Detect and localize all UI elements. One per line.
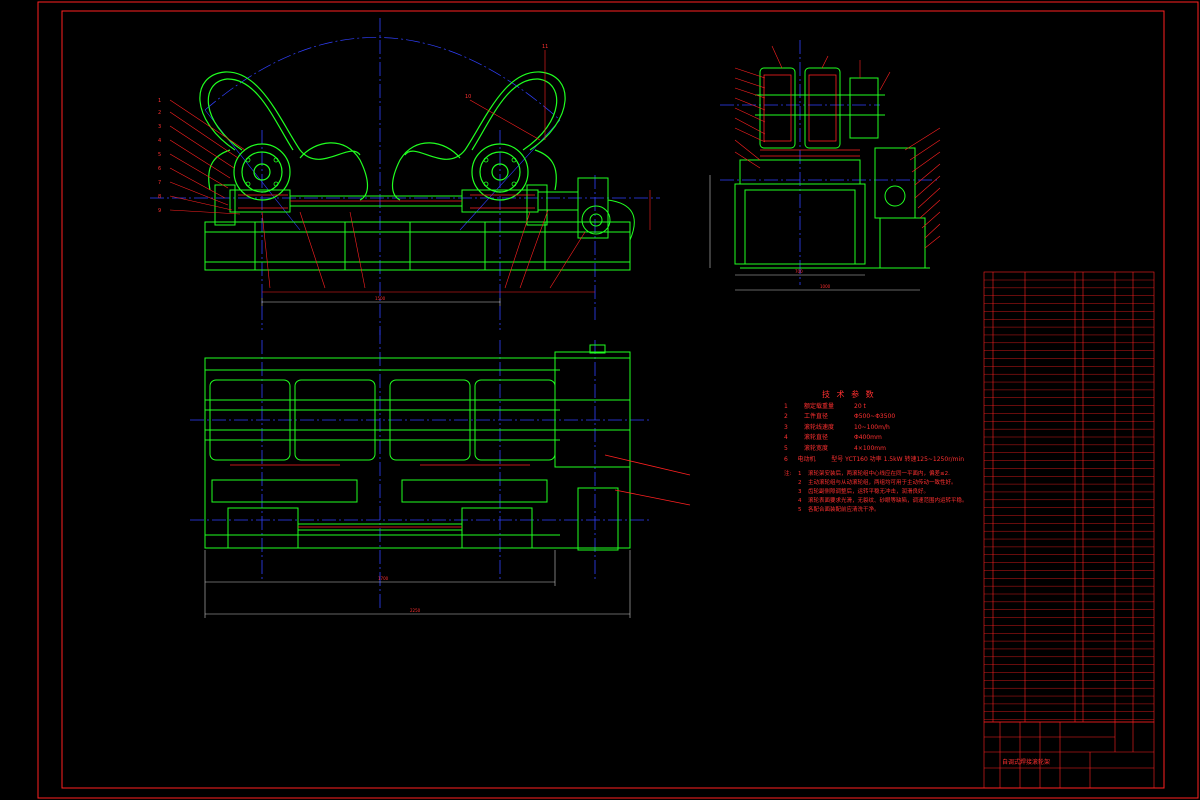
- svg-text:5: 5: [158, 152, 161, 158]
- tech-param-row: 4 滚轮直径 Φ400mm: [784, 434, 882, 442]
- svg-text:1: 1: [158, 98, 161, 104]
- cad-drawing-sheet: 1 2 3 4 5 6 7 8 9 10 11 1500 1700 2250 700 1000: [37, 1, 1199, 799]
- svg-text:9: 9: [158, 208, 161, 214]
- svg-text:7: 7: [158, 180, 161, 186]
- svg-text:6: 6: [158, 166, 161, 172]
- svg-text:1700: 1700: [378, 576, 389, 581]
- top-view: 1700 2250: [190, 330, 691, 618]
- note-row: 注: 1 滚轮架安装后，两滚轮组中心线应在同一平面内，偏差≤2.: [784, 471, 950, 477]
- svg-text:4: 4: [158, 138, 161, 144]
- svg-text:10: 10: [465, 94, 471, 100]
- tech-param-row: 1 额定载重量 20 t: [784, 402, 866, 410]
- tech-params-title: 技 术 参 数: [822, 390, 876, 399]
- tech-param-row: 6 电动机 型号 YCT160 功率 1.5kW 转速125~1250r/min: [784, 455, 964, 463]
- technical-parameters: 技 术 参 数 1 额定载重量 20 t 2 工件直径 Φ500~Φ3500 3 滚轮线速…: [784, 390, 964, 465]
- tech-param-row: 5 滚轮宽度 4×100mm: [784, 444, 886, 452]
- tech-param-row: 3 滚轮线速度 10~100m/h: [784, 423, 890, 431]
- front-view: 1 2 3 4 5 6 7 8 9 10 11 1500: [150, 18, 660, 335]
- note-row: 2 主动滚轮组与从动滚轮组，两组均可用于主动传动一致性好。: [798, 480, 957, 486]
- tech-param-row: 2 工件直径 Φ500~Φ3500: [784, 413, 896, 421]
- parts-list-table: [983, 271, 1155, 723]
- svg-text:1500: 1500: [375, 296, 386, 301]
- svg-text:2250: 2250: [410, 608, 421, 613]
- svg-text:700: 700: [795, 269, 803, 274]
- svg-text:8: 8: [158, 194, 161, 200]
- svg-text:2: 2: [158, 110, 161, 116]
- note-row: 4 滚轮表面要求光滑，无裂纹、砂眼等缺陷，调速范围内运转平稳。: [798, 498, 968, 504]
- svg-text:3: 3: [158, 124, 161, 130]
- title-block: [983, 721, 1155, 789]
- svg-text:11: 11: [542, 44, 548, 50]
- note-row: 3 齿轮副侧隙调整后，运转平稳无冲击，润滑良好。: [798, 489, 930, 495]
- side-section-view: 700 1000: [709, 40, 941, 291]
- notes-head: 注:: [784, 471, 792, 477]
- svg-text:1000: 1000: [820, 284, 831, 289]
- technical-notes: 注: 1 滚轮架安装后，两滚轮组中心线应在同一平面内，偏差≤2. 2 主动滚轮组与从动…: [784, 470, 974, 515]
- drawing-title: 自调式焊接滚轮架: [1002, 759, 1051, 766]
- note-row: 5 各配合面装配前应清洗干净。: [798, 507, 880, 513]
- parts-list-rows: [984, 279, 1154, 720]
